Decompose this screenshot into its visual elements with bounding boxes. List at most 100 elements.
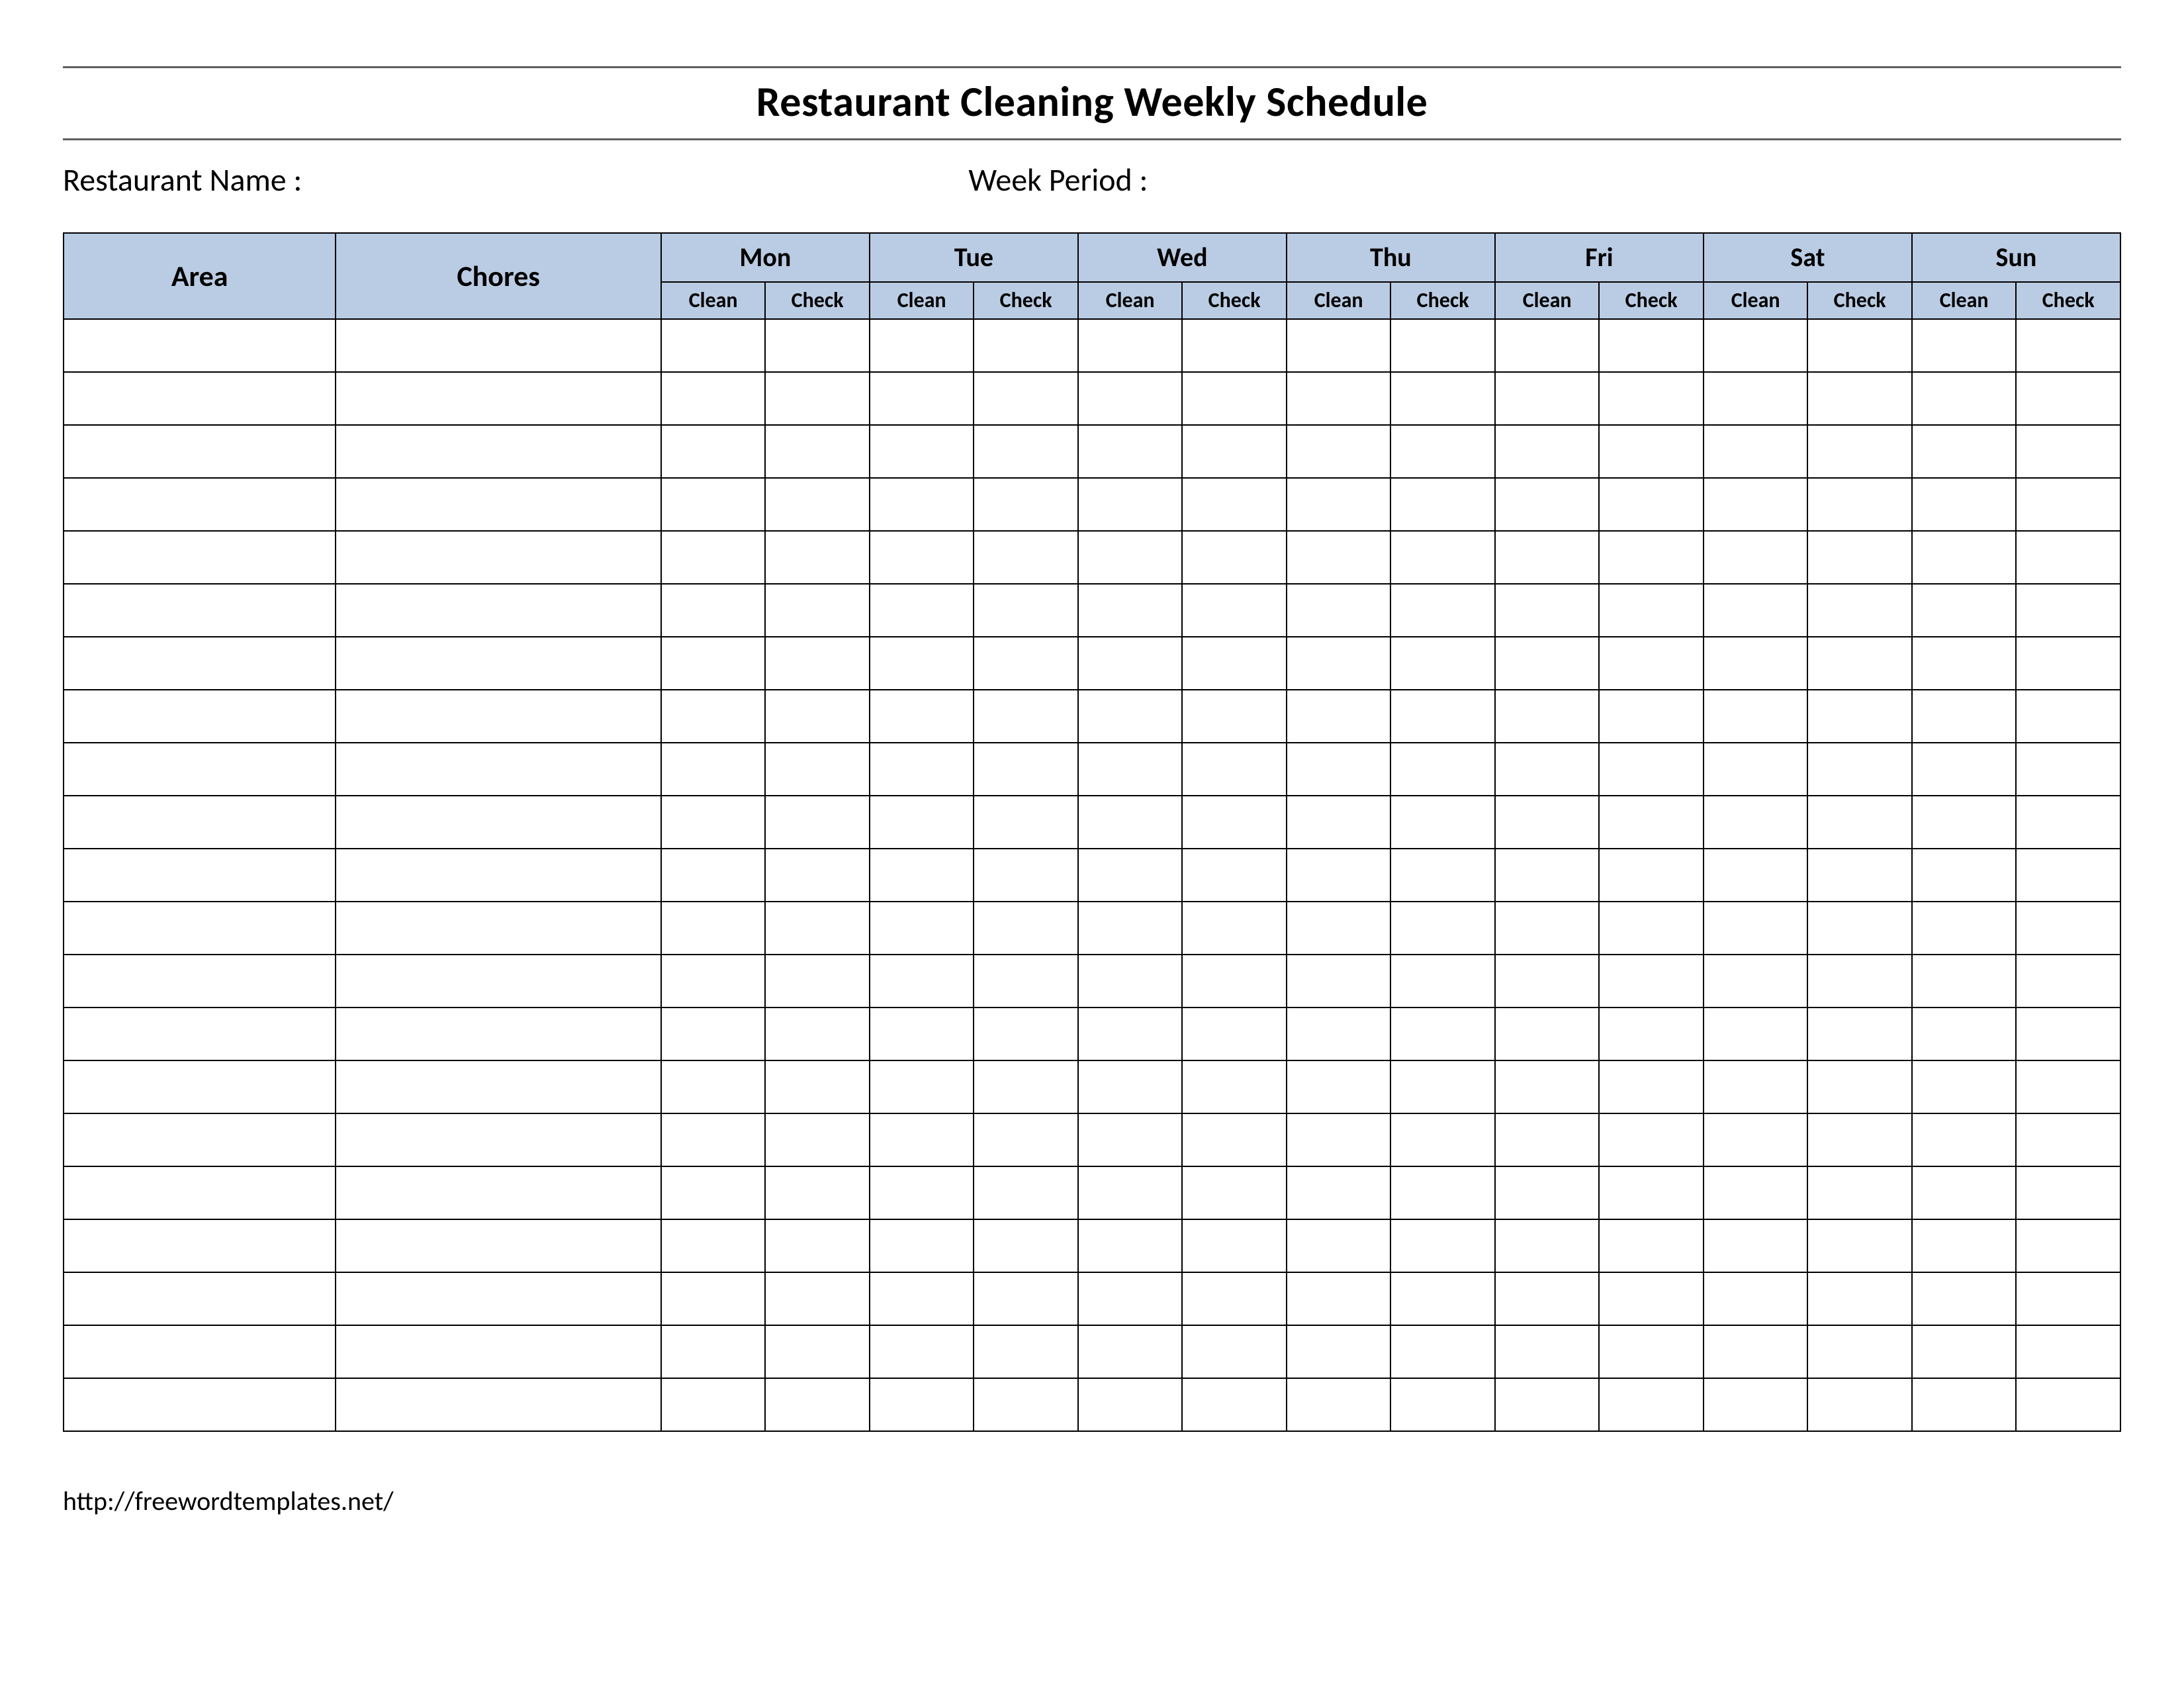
table-cell[interactable] [1390, 1166, 1495, 1219]
table-cell[interactable] [870, 637, 974, 690]
table-cell[interactable] [1182, 1219, 1287, 1272]
table-cell[interactable] [1495, 425, 1600, 478]
table-cell[interactable] [870, 796, 974, 849]
table-cell[interactable] [2016, 955, 2120, 1008]
table-cell[interactable] [1390, 372, 1495, 425]
table-cell[interactable] [64, 478, 336, 531]
table-cell[interactable] [1287, 743, 1391, 796]
table-cell[interactable] [1599, 319, 1704, 372]
table-cell[interactable] [974, 1378, 1078, 1431]
table-cell[interactable] [336, 372, 661, 425]
table-cell[interactable] [336, 796, 661, 849]
table-cell[interactable] [1704, 1378, 1808, 1431]
table-cell[interactable] [1599, 372, 1704, 425]
table-cell[interactable] [1182, 425, 1287, 478]
table-cell[interactable] [661, 955, 766, 1008]
table-cell[interactable] [2016, 1060, 2120, 1113]
table-cell[interactable] [336, 955, 661, 1008]
table-cell[interactable] [765, 1272, 870, 1325]
table-cell[interactable] [1599, 1113, 1704, 1166]
table-cell[interactable] [1287, 902, 1391, 955]
table-cell[interactable] [1182, 531, 1287, 584]
table-cell[interactable] [870, 1060, 974, 1113]
table-cell[interactable] [1704, 1166, 1808, 1219]
table-cell[interactable] [1599, 690, 1704, 743]
table-cell[interactable] [1078, 1325, 1183, 1378]
table-cell[interactable] [1807, 1166, 1912, 1219]
table-cell[interactable] [336, 319, 661, 372]
table-cell[interactable] [1807, 1219, 1912, 1272]
table-cell[interactable] [1912, 849, 2017, 902]
table-cell[interactable] [1807, 796, 1912, 849]
table-cell[interactable] [64, 372, 336, 425]
table-cell[interactable] [1495, 531, 1600, 584]
table-cell[interactable] [661, 1325, 766, 1378]
table-cell[interactable] [1704, 1060, 1808, 1113]
table-cell[interactable] [1599, 1219, 1704, 1272]
table-cell[interactable] [1704, 1219, 1808, 1272]
table-cell[interactable] [1078, 1060, 1183, 1113]
table-cell[interactable] [1912, 1325, 2017, 1378]
table-cell[interactable] [870, 372, 974, 425]
table-cell[interactable] [1182, 1060, 1287, 1113]
table-cell[interactable] [64, 955, 336, 1008]
table-cell[interactable] [661, 1060, 766, 1113]
table-cell[interactable] [1807, 1378, 1912, 1431]
table-cell[interactable] [1390, 478, 1495, 531]
table-cell[interactable] [1182, 1166, 1287, 1219]
table-cell[interactable] [1912, 478, 2017, 531]
table-cell[interactable] [1287, 1008, 1391, 1060]
table-cell[interactable] [1182, 319, 1287, 372]
table-cell[interactable] [765, 319, 870, 372]
table-cell[interactable] [974, 796, 1078, 849]
table-cell[interactable] [661, 743, 766, 796]
table-cell[interactable] [1495, 1219, 1600, 1272]
table-cell[interactable] [1287, 1378, 1391, 1431]
table-cell[interactable] [1807, 637, 1912, 690]
table-cell[interactable] [1807, 1060, 1912, 1113]
table-cell[interactable] [1078, 955, 1183, 1008]
table-cell[interactable] [1390, 1272, 1495, 1325]
table-cell[interactable] [64, 743, 336, 796]
table-cell[interactable] [336, 1060, 661, 1113]
table-cell[interactable] [1390, 1060, 1495, 1113]
table-cell[interactable] [1182, 849, 1287, 902]
table-cell[interactable] [661, 584, 766, 637]
table-cell[interactable] [1078, 478, 1183, 531]
table-cell[interactable] [974, 1325, 1078, 1378]
table-cell[interactable] [1599, 584, 1704, 637]
table-cell[interactable] [1704, 690, 1808, 743]
table-cell[interactable] [64, 1272, 336, 1325]
table-cell[interactable] [765, 372, 870, 425]
table-cell[interactable] [336, 637, 661, 690]
table-cell[interactable] [870, 1325, 974, 1378]
table-cell[interactable] [64, 1378, 336, 1431]
table-cell[interactable] [64, 902, 336, 955]
table-cell[interactable] [870, 531, 974, 584]
table-cell[interactable] [974, 637, 1078, 690]
table-cell[interactable] [765, 1219, 870, 1272]
table-cell[interactable] [64, 319, 336, 372]
table-cell[interactable] [1078, 1378, 1183, 1431]
table-cell[interactable] [1912, 690, 2017, 743]
table-cell[interactable] [1390, 1008, 1495, 1060]
table-cell[interactable] [1390, 955, 1495, 1008]
table-cell[interactable] [765, 743, 870, 796]
table-cell[interactable] [1287, 319, 1391, 372]
table-cell[interactable] [765, 955, 870, 1008]
table-cell[interactable] [1912, 1060, 2017, 1113]
table-cell[interactable] [336, 1113, 661, 1166]
table-cell[interactable] [765, 1378, 870, 1431]
table-cell[interactable] [1704, 849, 1808, 902]
table-cell[interactable] [661, 1219, 766, 1272]
table-cell[interactable] [1704, 902, 1808, 955]
table-cell[interactable] [64, 1325, 336, 1378]
table-cell[interactable] [1704, 1325, 1808, 1378]
table-cell[interactable] [1078, 584, 1183, 637]
table-cell[interactable] [661, 531, 766, 584]
table-cell[interactable] [336, 478, 661, 531]
table-cell[interactable] [1182, 1272, 1287, 1325]
table-cell[interactable] [336, 1008, 661, 1060]
table-cell[interactable] [1912, 584, 2017, 637]
table-cell[interactable] [870, 849, 974, 902]
